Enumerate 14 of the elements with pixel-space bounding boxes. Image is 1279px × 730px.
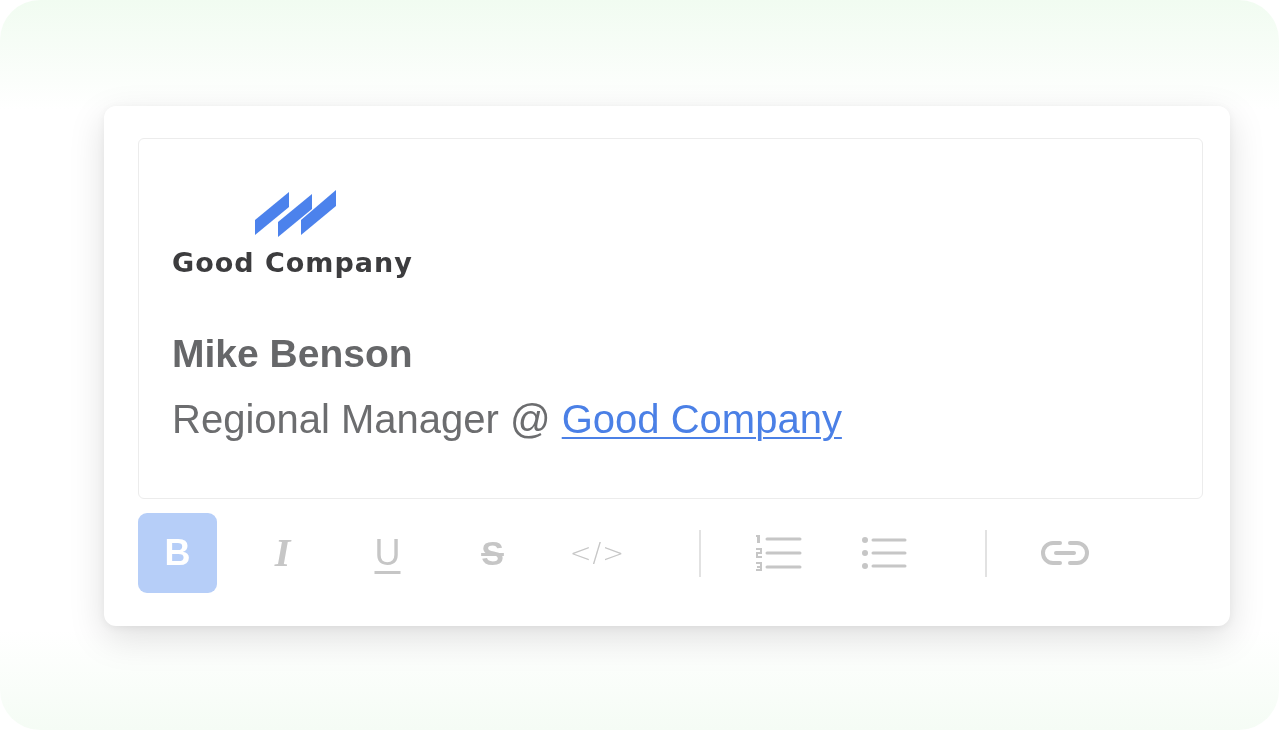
editor-field[interactable]: Good Company Mike Benson Regional Manager @ Good Company <box>138 138 1203 499</box>
link-icon <box>1040 540 1089 566</box>
stripes-logo-icon <box>255 190 336 237</box>
strikethrough-button[interactable]: S <box>453 513 532 593</box>
job-title: Regional Manager @ Good Company <box>172 396 842 443</box>
logo-text: Good Company <box>172 247 413 279</box>
person-name: Mike Benson <box>172 331 413 377</box>
bullet-list-icon <box>860 536 907 570</box>
italic-button[interactable]: I <box>243 513 322 593</box>
code-button[interactable]: </> <box>558 513 637 593</box>
underline-button[interactable]: U <box>348 513 427 593</box>
bold-button[interactable]: B <box>138 513 217 593</box>
company-link[interactable]: Good Company <box>561 397 842 441</box>
numbered-list-icon <box>755 535 802 571</box>
